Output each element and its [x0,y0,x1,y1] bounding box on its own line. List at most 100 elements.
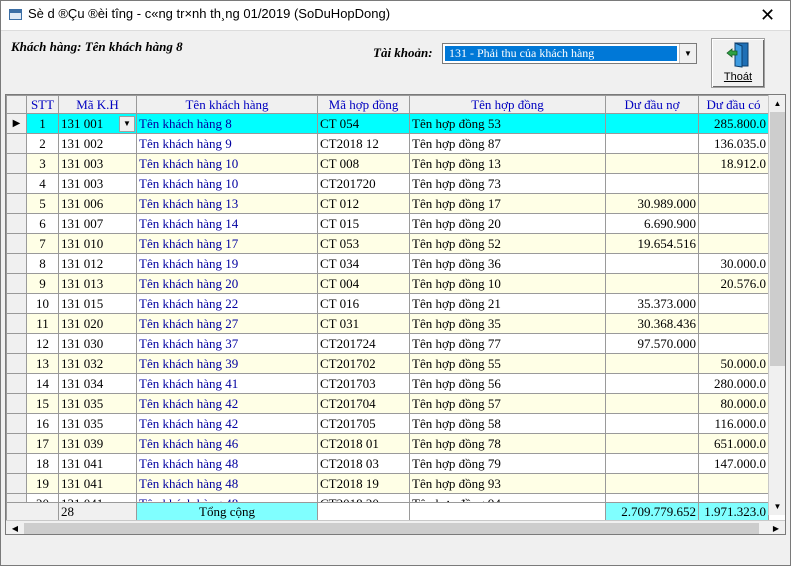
scroll-right-icon[interactable]: ▶ [768,522,784,534]
row-indicator[interactable] [6,293,27,314]
row-indicator[interactable] [6,413,27,434]
cell-tenkh[interactable]: Tên khách hàng 37 [136,333,318,354]
cell-makh[interactable]: 131 035 [58,413,137,434]
cell-tenhd[interactable]: Tên hợp đồng 36 [409,253,606,274]
table-row[interactable]: 8 131 012 Tên khách hàng 19 CT 034 Tên hợp đ… [6,253,769,274]
row-indicator[interactable] [6,333,27,354]
cell-tenkh[interactable]: Tên khách hàng 48 [136,453,318,474]
cell-tenkh[interactable]: Tên khách hàng 39 [136,353,318,374]
cell-tenhd[interactable]: Tên hợp đồng 93 [409,473,606,494]
row-indicator[interactable] [6,133,27,154]
row-indicator[interactable] [6,373,27,394]
row-indicator[interactable] [6,353,27,374]
cell-stt[interactable]: 14 [26,373,59,394]
cell-tenhd[interactable]: Tên hợp đồng 77 [409,333,606,354]
horizontal-scroll-thumb[interactable] [24,523,759,534]
cell-makh[interactable]: 131 007 [58,213,137,234]
table-row[interactable]: 4 131 003 Tên khách hàng 10 CT201720 Tên hợp… [6,173,769,194]
cell-mahd[interactable]: CT201702 [317,353,410,374]
close-button[interactable]: ✕ [745,1,790,30]
cell-stt[interactable]: 9 [26,273,59,294]
table-row[interactable]: 5 131 006 Tên khách hàng 13 CT 012 Tên hợp đ… [6,193,769,214]
cell-mahd[interactable]: CT 053 [317,233,410,254]
cell-mahd[interactable]: CT 004 [317,273,410,294]
table-row[interactable]: 16 131 035 Tên khách hàng 42 CT201705 Tên hợ… [6,413,769,434]
cell-co[interactable] [698,233,769,254]
cell-tenkh[interactable]: Tên khách hàng 9 [136,133,318,154]
table-row[interactable]: 10 131 015 Tên khách hàng 22 CT 016 Tên hợp … [6,293,769,314]
cell-makh[interactable]: 131 035 [58,393,137,414]
cell-mahd[interactable]: CT2018 01 [317,433,410,454]
cell-no[interactable]: 6.690.900 [605,213,699,234]
cell-no[interactable] [605,473,699,494]
cell-no[interactable] [605,353,699,374]
cell-no[interactable] [605,173,699,194]
cell-stt[interactable]: 13 [26,353,59,374]
cell-tenkh[interactable]: Tên khách hàng 42 [136,393,318,414]
cell-tenhd[interactable]: Tên hợp đồng 55 [409,353,606,374]
cell-co[interactable]: 651.000.0 [698,433,769,454]
cell-co[interactable] [698,173,769,194]
cell-co[interactable] [698,193,769,214]
cell-makh[interactable]: 131 003 [58,173,137,194]
cell-no[interactable] [605,273,699,294]
chevron-down-icon[interactable]: ▼ [119,116,135,132]
vertical-scroll-thumb[interactable] [770,112,785,366]
table-row[interactable]: 15 131 035 Tên khách hàng 42 CT201704 Tên hợ… [6,393,769,414]
cell-makh[interactable]: 131 030 [58,333,137,354]
cell-co[interactable]: 50.000.0 [698,353,769,374]
row-indicator[interactable] [6,153,27,174]
cell-no[interactable] [605,373,699,394]
row-indicator[interactable] [6,393,27,414]
cell-tenhd[interactable]: Tên hợp đồng 35 [409,313,606,334]
table-row[interactable]: ▶ 1 131 001 ▼ Tên khách hàng 8 CT 054 Tên hợp … [6,113,769,134]
cell-stt[interactable]: 17 [26,433,59,454]
cell-stt[interactable]: 1 [26,113,59,134]
cell-tenkh[interactable]: Tên khách hàng 22 [136,293,318,314]
cell-stt[interactable]: 19 [26,473,59,494]
cell-co[interactable]: 116.000.0 [698,413,769,434]
cell-co[interactable]: 30.000.0 [698,253,769,274]
cell-tenkh[interactable]: Tên khách hàng 48 [136,473,318,494]
cell-tenkh[interactable]: Tên khách hàng 41 [136,373,318,394]
header-ma-hd[interactable]: Mã hợp đồng [317,95,410,114]
cell-co[interactable]: 20.576.0 [698,273,769,294]
header-du-co[interactable]: Dư đầu có [698,95,769,114]
table-row[interactable]: 12 131 030 Tên khách hàng 37 CT201724 Tên hợ… [6,333,769,354]
cell-tenkh[interactable]: Tên khách hàng 10 [136,173,318,194]
cell-mahd[interactable]: CT201705 [317,413,410,434]
cell-mahd[interactable]: CT 015 [317,213,410,234]
cell-tenhd[interactable]: Tên hợp đồng 17 [409,193,606,214]
cell-mahd[interactable]: CT 031 [317,313,410,334]
cell-tenhd[interactable]: Tên hợp đồng 56 [409,373,606,394]
cell-mahd[interactable]: CT201720 [317,173,410,194]
table-row[interactable]: 7 131 010 Tên khách hàng 17 CT 053 Tên hợp đ… [6,233,769,254]
cell-no[interactable]: 30.989.000 [605,193,699,214]
cell-makh[interactable]: 131 006 [58,193,137,214]
cell-no[interactable] [605,133,699,154]
cell-makh[interactable]: 131 003 [58,153,137,174]
cell-tenkh[interactable]: Tên khách hàng 8 [136,113,318,134]
table-row[interactable]: 11 131 020 Tên khách hàng 27 CT 031 Tên hợp … [6,313,769,334]
cell-makh[interactable]: 131 001 ▼ [58,113,137,134]
cell-stt[interactable]: 16 [26,413,59,434]
cell-makh[interactable]: 131 041 [58,453,137,474]
cell-tenkh[interactable]: Tên khách hàng 20 [136,273,318,294]
cell-tenhd[interactable]: Tên hợp đồng 21 [409,293,606,314]
cell-mahd[interactable]: CT 012 [317,193,410,214]
cell-co[interactable]: 136.035.0 [698,133,769,154]
cell-stt[interactable]: 3 [26,153,59,174]
cell-stt[interactable]: 10 [26,293,59,314]
cell-makh[interactable]: 131 015 [58,293,137,314]
cell-mahd[interactable]: CT2018 12 [317,133,410,154]
cell-tenhd[interactable]: Tên hợp đồng 52 [409,233,606,254]
cell-stt[interactable]: 8 [26,253,59,274]
cell-tenkh[interactable]: Tên khách hàng 42 [136,413,318,434]
cell-co[interactable]: 80.000.0 [698,393,769,414]
cell-stt[interactable]: 4 [26,173,59,194]
exit-button[interactable]: Thoát [711,38,765,88]
horizontal-scrollbar[interactable]: ◀ ▶ [6,520,785,534]
cell-mahd[interactable]: CT201724 [317,333,410,354]
cell-stt[interactable]: 18 [26,453,59,474]
table-row[interactable]: 9 131 013 Tên khách hàng 20 CT 004 Tên hợp đ… [6,273,769,294]
